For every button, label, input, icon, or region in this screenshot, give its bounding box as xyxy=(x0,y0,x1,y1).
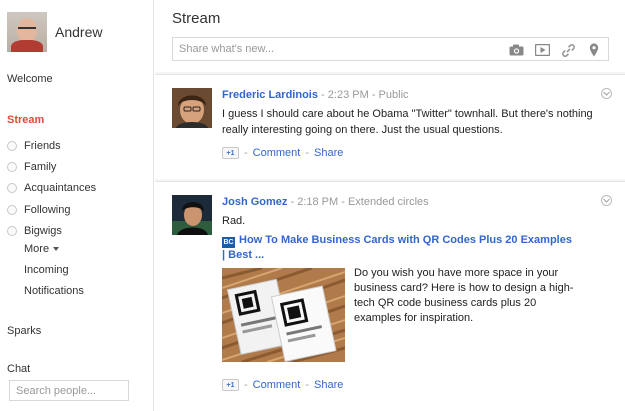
site-favicon-icon: BC xyxy=(222,237,235,248)
plus-one-button[interactable]: +1 xyxy=(222,379,239,391)
location-pin-icon[interactable] xyxy=(586,42,602,58)
circle-item-family[interactable]: Family xyxy=(7,156,147,177)
post-header: Josh Gomez - 2:18 PM - Extended circles xyxy=(222,196,429,208)
profile-name: Andrew xyxy=(55,24,103,40)
left-sidebar: Andrew Welcome Stream Friends Family Acq… xyxy=(0,0,154,411)
shared-link-title[interactable]: BC How To Make Business Cards with QR Cod… xyxy=(222,233,577,263)
share-link[interactable]: Share xyxy=(314,379,343,391)
profile-link[interactable]: Andrew xyxy=(7,12,102,52)
post-actions: +1 - Comment - Share xyxy=(222,379,343,391)
nav-sparks[interactable]: Sparks xyxy=(7,325,41,337)
circle-icon xyxy=(7,161,17,172)
meta-separator: - xyxy=(290,196,295,208)
page-title: Stream xyxy=(172,10,221,27)
author-name[interactable]: Frederic Lardinois xyxy=(222,89,318,101)
post-visibility[interactable]: Public xyxy=(379,89,409,101)
search-people-input[interactable] xyxy=(9,380,129,401)
comment-link[interactable]: Comment xyxy=(253,147,301,159)
meta-separator: - xyxy=(341,196,345,208)
nav-more-label: More xyxy=(24,243,50,255)
circle-item-label: Following xyxy=(24,203,71,216)
plus-one-button[interactable]: +1 xyxy=(222,147,239,159)
post-time[interactable]: 2:18 PM xyxy=(297,196,338,208)
meta-separator: - xyxy=(321,89,325,101)
nav-notifications[interactable]: Notifications xyxy=(24,285,144,297)
circle-item-label: Family xyxy=(24,160,57,173)
action-separator: - xyxy=(305,379,310,391)
author-name[interactable]: Josh Gomez xyxy=(222,196,287,208)
circle-icon xyxy=(7,183,17,194)
share-link[interactable]: Share xyxy=(314,147,343,159)
chat-heading: Chat xyxy=(7,363,31,375)
share-box xyxy=(172,37,609,61)
circle-item-friends[interactable]: Friends xyxy=(7,135,147,156)
post-menu-chevron-icon[interactable] xyxy=(601,195,612,206)
author-avatar[interactable] xyxy=(172,88,212,128)
nav-more[interactable]: More xyxy=(24,243,144,255)
shared-link-thumbnail[interactable] xyxy=(222,268,345,362)
circle-icon xyxy=(7,204,17,215)
circle-item-acquaintances[interactable]: Acquaintances xyxy=(7,178,147,199)
video-icon[interactable] xyxy=(534,42,550,58)
circles-list: Friends Family Acquaintances Following B… xyxy=(7,135,147,241)
circle-item-label: Friends xyxy=(24,139,61,152)
nav-welcome[interactable]: Welcome xyxy=(7,73,53,85)
circle-item-label: Acquaintances xyxy=(24,182,97,195)
circle-icon xyxy=(7,140,17,151)
circle-item-bigwigs[interactable]: Bigwigs xyxy=(7,220,147,241)
comment-link[interactable]: Comment xyxy=(253,379,301,391)
nav-incoming[interactable]: Incoming xyxy=(24,264,144,276)
action-separator: - xyxy=(244,379,248,391)
circle-icon xyxy=(7,225,17,236)
action-separator: - xyxy=(305,147,310,159)
caret-down-icon xyxy=(53,247,60,252)
share-input[interactable] xyxy=(173,38,493,60)
user-avatar xyxy=(7,12,47,52)
post-visibility[interactable]: Extended circles xyxy=(348,196,429,208)
link-icon[interactable] xyxy=(560,42,576,58)
shared-link-description: Do you wish you have more space in your … xyxy=(354,267,574,324)
main-stream: Stream Frederic Lardinois - 2:23 PM xyxy=(155,0,625,411)
shared-link-title-text: How To Make Business Cards with QR Codes… xyxy=(222,234,572,261)
action-separator: - xyxy=(244,147,248,159)
post-text: I guess I should care about he Obama "Tw… xyxy=(222,108,593,136)
post-actions: +1 - Comment - Share xyxy=(222,147,343,159)
stream-post: Frederic Lardinois - 2:23 PM - Public I … xyxy=(155,74,625,179)
circle-item-following[interactable]: Following xyxy=(7,199,147,220)
circle-item-label: Bigwigs xyxy=(24,224,62,237)
post-menu-chevron-icon[interactable] xyxy=(601,88,612,99)
stream-post: Josh Gomez - 2:18 PM - Extended circles … xyxy=(155,181,625,411)
nav-stream[interactable]: Stream xyxy=(7,114,44,126)
author-avatar[interactable] xyxy=(172,195,212,235)
camera-icon[interactable] xyxy=(508,42,524,58)
meta-separator: - xyxy=(371,89,376,101)
post-time[interactable]: 2:23 PM xyxy=(328,89,369,101)
post-text: Rad. xyxy=(222,215,246,227)
post-header: Frederic Lardinois - 2:23 PM - Public xyxy=(222,89,409,101)
